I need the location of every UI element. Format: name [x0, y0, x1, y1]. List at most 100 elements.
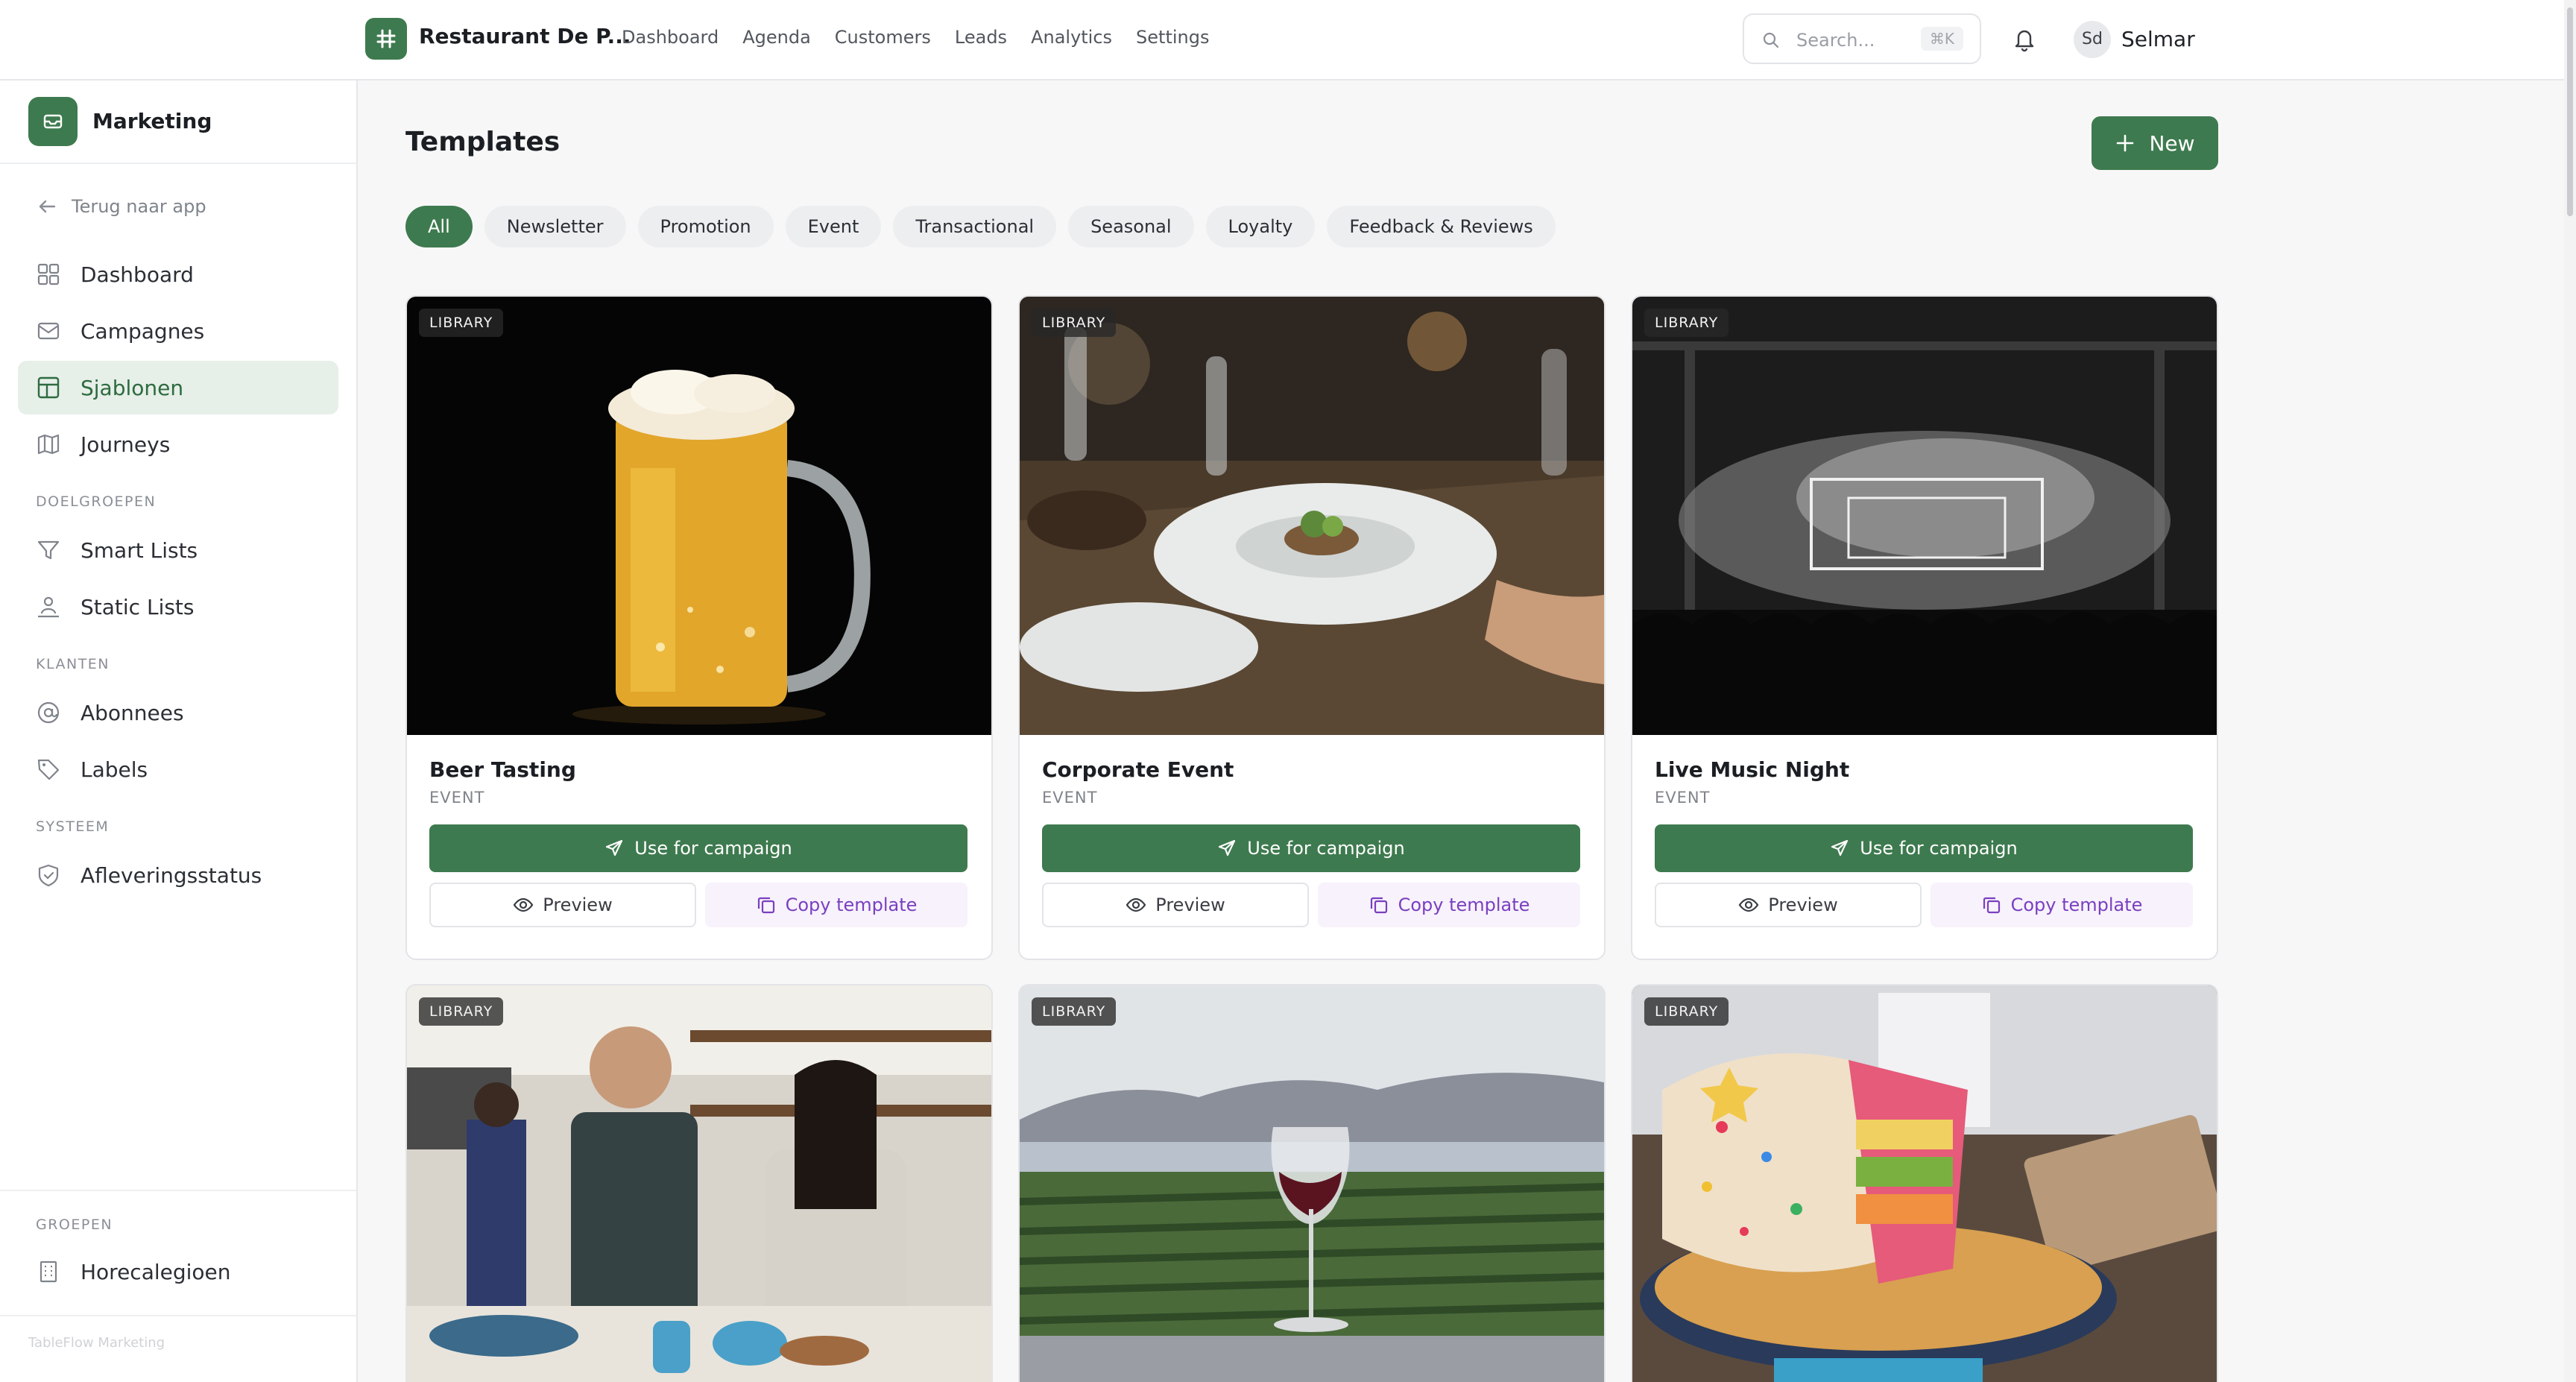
sidebar-item-dashboard[interactable]: Dashboard — [18, 247, 338, 301]
preview-label: Preview — [1768, 894, 1838, 915]
copy-template-button[interactable]: Copy template — [1318, 883, 1580, 927]
sidebar-item-labels[interactable]: Labels — [18, 742, 338, 796]
sidebar-item-horecalegioen[interactable]: Horecalegioen — [18, 1245, 338, 1299]
sidebar-title: Marketing — [92, 109, 212, 133]
sidebar-item-label: Campagnes — [80, 318, 205, 344]
brand-name[interactable]: Restaurant De P... — [419, 24, 631, 48]
at-icon — [37, 701, 60, 724]
back-to-app-link[interactable]: Terug naar app — [36, 195, 206, 218]
filter-loyalty[interactable]: Loyalty — [1205, 206, 1316, 247]
sidebar-item-static-lists[interactable]: Static Lists — [18, 580, 338, 634]
avatar[interactable]: Sd — [2074, 21, 2111, 58]
filter-event[interactable]: Event — [785, 206, 882, 247]
filter-chips: All Newsletter Promotion Event Transacti… — [405, 206, 1556, 247]
eye-icon — [1126, 897, 1146, 912]
eye-icon — [1738, 897, 1759, 912]
search-icon — [1762, 31, 1780, 52]
sidebar-item-journeys[interactable]: Journeys — [18, 417, 338, 471]
section-label-groepen: GROEPEN — [36, 1217, 113, 1233]
sidebar-item-label: Static Lists — [80, 594, 195, 619]
filter-feedback-reviews[interactable]: Feedback & Reviews — [1327, 206, 1556, 247]
use-for-campaign-button[interactable]: Use for campaign — [429, 824, 967, 872]
divider — [0, 1315, 356, 1316]
preview-button[interactable]: Preview — [1042, 883, 1309, 927]
copy-template-button[interactable]: Copy template — [705, 883, 967, 927]
template-title: Corporate Event — [1042, 757, 1234, 782]
use-for-campaign-button[interactable]: Use for campaign — [1042, 824, 1580, 872]
map-icon — [37, 434, 60, 455]
template-card: LIBRARY — [1018, 984, 1606, 1382]
brand-logo-icon[interactable] — [365, 18, 407, 60]
filter-all[interactable]: All — [405, 206, 473, 247]
use-for-campaign-button[interactable]: Use for campaign — [1655, 824, 2193, 872]
send-icon — [1831, 839, 1849, 856]
filter-newsletter[interactable]: Newsletter — [484, 206, 626, 247]
library-badge: LIBRARY — [419, 309, 504, 337]
sidebar-item-afleveringsstatus[interactable]: Afleveringsstatus — [18, 848, 338, 902]
use-label: Use for campaign — [1247, 838, 1405, 859]
sidebar: Marketing Terug naar app Dashboard Campa… — [0, 81, 358, 1382]
preview-label: Preview — [543, 894, 613, 915]
new-template-button[interactable]: New — [2092, 116, 2218, 170]
filter-seasonal[interactable]: Seasonal — [1068, 206, 1194, 247]
filter-icon — [37, 540, 60, 560]
library-badge: LIBRARY — [1032, 309, 1117, 337]
sidebar-item-label: Journeys — [80, 432, 171, 457]
mail-icon — [28, 97, 78, 146]
sidebar-item-label: Dashboard — [80, 262, 194, 287]
grid-icon — [37, 263, 60, 285]
section-label-klanten: KLANTEN — [36, 656, 110, 672]
sidebar-item-campagnes[interactable]: Campagnes — [18, 304, 338, 358]
copy-template-button[interactable]: Copy template — [1931, 883, 2193, 927]
copy-icon — [757, 897, 774, 914]
building-icon — [40, 1260, 57, 1283]
top-nav: Dashboard Agenda Customers Leads Analyti… — [622, 27, 1209, 48]
template-category: EVENT — [429, 789, 485, 807]
copy-icon — [1983, 897, 2000, 914]
plus-icon — [2117, 134, 2134, 152]
library-badge: LIBRARY — [1032, 997, 1117, 1026]
template-icon — [37, 376, 60, 399]
template-image[interactable]: LIBRARY — [1020, 297, 1604, 735]
template-category: EVENT — [1042, 789, 1098, 807]
user-name[interactable]: Selmar — [2121, 27, 2195, 51]
filter-transactional[interactable]: Transactional — [893, 206, 1057, 247]
template-image[interactable]: LIBRARY — [407, 985, 991, 1382]
users-icon — [38, 596, 59, 618]
search-shortcut: ⌘K — [1920, 27, 1963, 51]
template-category: EVENT — [1655, 789, 1711, 807]
template-image[interactable]: LIBRARY — [407, 297, 991, 735]
template-image[interactable]: LIBRARY — [1020, 985, 1604, 1382]
sidebar-item-smart-lists[interactable]: Smart Lists — [18, 523, 338, 577]
template-image[interactable]: LIBRARY — [1632, 297, 2217, 735]
template-card: LIBRARY — [405, 984, 993, 1382]
copy-label: Copy template — [2010, 894, 2143, 915]
library-badge: LIBRARY — [419, 997, 504, 1026]
sidebar-item-sjablonen[interactable]: Sjablonen — [18, 361, 338, 414]
topnav-agenda[interactable]: Agenda — [742, 27, 811, 48]
bell-icon[interactable] — [2010, 24, 2039, 57]
scrollbar-thumb[interactable] — [2567, 7, 2573, 216]
topnav-customers[interactable]: Customers — [835, 27, 931, 48]
topnav-settings[interactable]: Settings — [1136, 27, 1209, 48]
preview-button[interactable]: Preview — [429, 883, 696, 927]
template-image[interactable]: LIBRARY — [1632, 985, 2217, 1382]
new-button-label: New — [2149, 130, 2195, 156]
eye-icon — [513, 897, 534, 912]
section-label-systeem: SYSTEEM — [36, 818, 110, 835]
page-title: Templates — [405, 127, 561, 157]
sidebar-item-label: Smart Lists — [80, 537, 198, 563]
topnav-analytics[interactable]: Analytics — [1031, 27, 1112, 48]
filter-promotion[interactable]: Promotion — [637, 206, 774, 247]
sidebar-item-label: Afleveringsstatus — [80, 862, 262, 888]
template-card: LIBRARY Corporate Event EVENT Use for ca… — [1018, 295, 1606, 960]
topnav-dashboard[interactable]: Dashboard — [622, 27, 719, 48]
library-badge: LIBRARY — [1644, 997, 1729, 1026]
sidebar-item-abonnees[interactable]: Abonnees — [18, 686, 338, 739]
template-card: LIBRARY — [1631, 984, 2218, 1382]
search-input[interactable]: Search... ⌘K — [1743, 13, 1981, 64]
copy-label: Copy template — [785, 894, 918, 915]
section-label-doelgroepen: DOELGROEPEN — [36, 493, 157, 510]
preview-button[interactable]: Preview — [1655, 883, 1922, 927]
topnav-leads[interactable]: Leads — [955, 27, 1007, 48]
